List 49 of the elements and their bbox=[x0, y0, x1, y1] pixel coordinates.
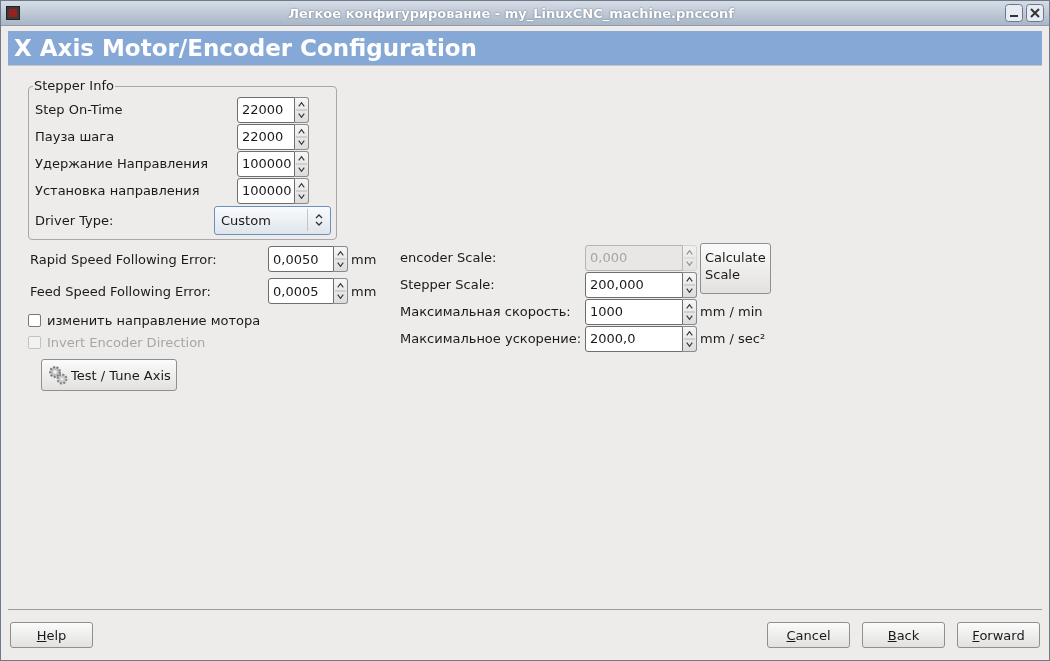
calculate-scale-button[interactable]: Calculate Scale bbox=[700, 243, 771, 294]
number-field[interactable]: 0,0050 bbox=[268, 246, 334, 272]
page-title: X Axis Motor/Encoder Configuration bbox=[14, 35, 477, 61]
field-label: Driver Type: bbox=[35, 212, 114, 228]
close-button[interactable] bbox=[1026, 4, 1044, 22]
minimize-button[interactable] bbox=[1005, 4, 1023, 22]
field-label: Максимальная скорость: bbox=[400, 304, 572, 319]
spin-arrows-icon[interactable] bbox=[334, 246, 348, 272]
field-label: Установка направления bbox=[35, 183, 200, 198]
gears-icon bbox=[47, 364, 69, 386]
app-icon bbox=[6, 6, 20, 20]
spin-arrows-icon[interactable] bbox=[334, 278, 348, 304]
spin-arrows-icon[interactable] bbox=[295, 177, 309, 204]
spin-arrows-icon[interactable] bbox=[683, 271, 697, 298]
field-label: encoder Scale: bbox=[400, 250, 498, 265]
number-field[interactable]: 2000,0 bbox=[585, 325, 683, 352]
field-label: Feed Speed Following Error: bbox=[30, 283, 212, 299]
number-field[interactable]: 0,0005 bbox=[268, 278, 334, 304]
field-label: Step On-Time bbox=[35, 102, 123, 117]
test-tune-button[interactable]: Test / Tune Axis bbox=[41, 359, 177, 391]
checkbox-label[interactable]: изменить направление мотора bbox=[47, 312, 261, 328]
number-field[interactable]: 100000 bbox=[237, 177, 295, 204]
spin-arrows-icon[interactable] bbox=[683, 325, 697, 352]
dialog-button[interactable]: Forward bbox=[957, 622, 1040, 648]
spin-arrows-icon[interactable] bbox=[683, 298, 697, 325]
dialog-button[interactable]: Back bbox=[862, 622, 945, 648]
number-field[interactable]: 22000 bbox=[237, 96, 295, 123]
field-label: Максимальное ускорение: bbox=[400, 331, 583, 346]
number-field[interactable]: 22000 bbox=[237, 123, 295, 150]
number-field[interactable]: 200,000 bbox=[585, 271, 683, 298]
field-label: Rapid Speed Following Error: bbox=[30, 251, 218, 267]
unit-label: mm bbox=[351, 251, 377, 267]
field-label: Stepper Scale: bbox=[400, 277, 496, 292]
number-field[interactable]: 1000 bbox=[585, 298, 683, 325]
driver-type-dropdown[interactable]: Custom bbox=[214, 205, 331, 235]
unit-label: mm / sec² bbox=[700, 331, 767, 346]
checkbox[interactable] bbox=[28, 313, 41, 327]
field-label: Пауза шага bbox=[35, 129, 115, 144]
unit-label: mm bbox=[351, 283, 377, 299]
window-title: Легкое конфигурирование - my_LinuxCNC_machine.pncconf bbox=[287, 5, 735, 21]
frame-title: Stepper Info bbox=[33, 78, 115, 93]
field-label: Удержание Направления bbox=[35, 156, 209, 171]
spin-arrows-icon[interactable] bbox=[295, 123, 309, 150]
number-field[interactable]: 100000 bbox=[237, 150, 295, 177]
spin-arrows-icon[interactable] bbox=[295, 150, 309, 177]
spin-arrows-icon[interactable] bbox=[295, 96, 309, 123]
dialog-button[interactable]: Help bbox=[10, 622, 93, 648]
dialog-button[interactable]: Cancel bbox=[767, 622, 850, 648]
unit-label: mm / min bbox=[700, 304, 764, 319]
